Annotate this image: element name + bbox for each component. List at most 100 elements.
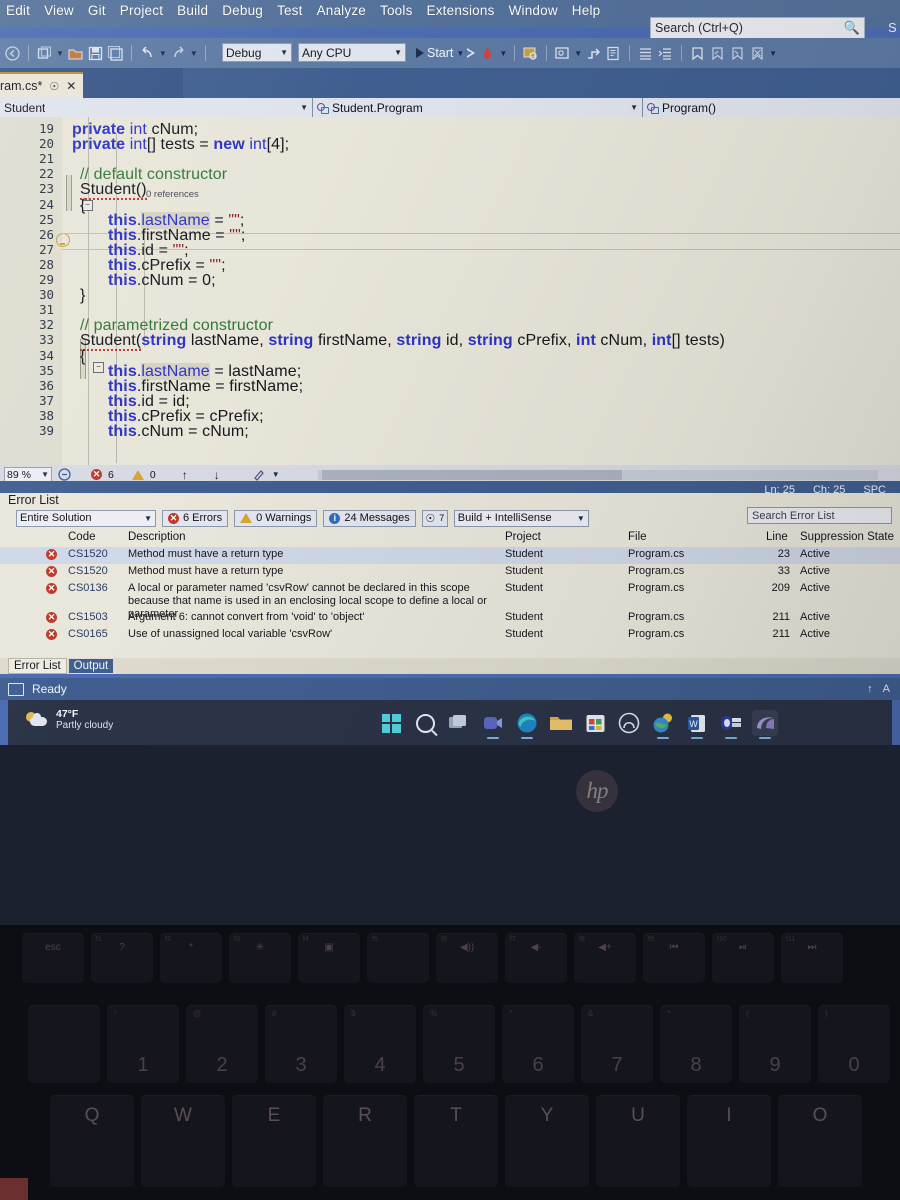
edge-icon[interactable] <box>514 710 540 739</box>
menu-item-build[interactable]: Build <box>177 3 208 18</box>
global-search-box[interactable]: Search (Ctrl+Q) 🔍 <box>650 17 865 39</box>
global-search-input[interactable]: Search (Ctrl+Q) <box>655 21 844 35</box>
code-line[interactable]: { <box>80 197 85 215</box>
keyboard-key[interactable]: f5 <box>367 933 429 983</box>
start-without-debugging-icon[interactable] <box>467 48 476 58</box>
keyboard-key[interactable]: ! 1 <box>107 1005 179 1083</box>
open-file-icon[interactable] <box>67 45 84 62</box>
menu-item-window[interactable]: Window <box>509 3 558 18</box>
publish-arrow-icon[interactable]: ↑ <box>867 683 873 695</box>
code-line[interactable]: private int[] tests = new int[4]; <box>72 136 289 154</box>
task-view-icon[interactable] <box>446 710 472 736</box>
undo-dropdown-icon[interactable]: ▼ <box>159 49 167 58</box>
column-header-code[interactable]: Code <box>68 531 96 543</box>
keyboard-key[interactable]: f6 ◀)) <box>436 933 498 983</box>
search-icon[interactable] <box>412 710 438 736</box>
document-tab-program-cs[interactable]: gram.cs* ☉ ✕ <box>0 72 84 98</box>
start-debug-button[interactable]: Start <box>427 46 453 60</box>
menu-item-extensions[interactable]: Extensions <box>427 3 495 18</box>
code-line[interactable]: Student() <box>80 181 147 201</box>
quick-fix-dropdown-icon[interactable]: ▼ <box>272 470 280 479</box>
new-project-icon[interactable] <box>36 45 53 62</box>
file-explorer-icon[interactable] <box>548 710 574 736</box>
previous-issue-icon[interactable]: ↑ <box>182 468 188 482</box>
code-line[interactable]: Student(string lastName, string firstNam… <box>80 332 725 352</box>
keyboard-key[interactable]: f1? <box>91 933 153 983</box>
window-layout-icon[interactable] <box>554 45 571 62</box>
keyboard-key[interactable]: f11 ⏭ <box>781 933 843 983</box>
keyboard-key[interactable]: ) 0 <box>818 1005 890 1083</box>
add-to-source-control-label[interactable]: A <box>883 683 890 695</box>
keyboard-key[interactable]: & 7 <box>581 1005 653 1083</box>
zoom-level-combo[interactable]: 89 % ▼ <box>4 467 52 482</box>
step-into-icon[interactable] <box>585 45 602 62</box>
outlook-icon[interactable] <box>718 710 744 739</box>
keyboard-key[interactable]: W <box>141 1095 225 1187</box>
keyboard-key[interactable]: f9 ⏮ <box>643 933 705 983</box>
navbar-project-combo[interactable]: Student ▼ <box>0 98 313 117</box>
code-editor[interactable]: − − 19 private int cNum; 20 private int[] t… <box>0 117 900 465</box>
keyboard-key[interactable]: ^ 6 <box>502 1005 574 1083</box>
hot-reload-icon[interactable] <box>479 45 496 62</box>
keyboard-key[interactable]: R <box>323 1095 407 1187</box>
pin-icon[interactable]: ☉ <box>49 80 59 93</box>
keyboard-key[interactable]: Y <box>505 1095 589 1187</box>
keyboard-key[interactable]: T <box>414 1095 498 1187</box>
editor-horizontal-scroll-thumb[interactable] <box>322 470 622 480</box>
keyboard-key[interactable]: Q <box>50 1095 134 1187</box>
undo-icon[interactable] <box>139 45 156 62</box>
menu-item-help[interactable]: Help <box>572 3 601 18</box>
keyboard-key[interactable]: f7 ◀- <box>505 933 567 983</box>
keyboard-key[interactable]: f4 ▣ <box>298 933 360 983</box>
indent-icon[interactable] <box>637 45 654 62</box>
collapse-region-icon[interactable]: − <box>93 362 104 373</box>
comment-block-icon[interactable] <box>605 45 622 62</box>
keyboard-key[interactable]: % 5 <box>423 1005 495 1083</box>
code-line[interactable]: { <box>80 348 85 366</box>
build-filter-combo[interactable]: Build + IntelliSense ▼ <box>453 509 589 527</box>
column-header-suppression[interactable]: Suppression State <box>800 531 894 543</box>
new-project-dropdown-icon[interactable]: ▼ <box>56 49 64 58</box>
errors-filter-button[interactable]: ✕ 6 Errors <box>162 509 229 527</box>
codelens-default-ctor[interactable]: 0 references <box>146 189 199 200</box>
keyboard-key[interactable]: f3 ✳ <box>229 933 291 983</box>
table-row[interactable]: ✕ CS1503 Argument 6: cannot convert from '… <box>0 610 900 627</box>
keyboard-key[interactable]: f10 ⏯ <box>712 933 774 983</box>
teams-icon[interactable] <box>480 710 506 739</box>
keyboard-key[interactable]: #3 <box>265 1005 337 1083</box>
keyboard-key[interactable]: esc <box>22 933 84 983</box>
previous-bookmark-icon[interactable] <box>709 45 726 62</box>
close-icon[interactable]: ✕ <box>66 79 76 93</box>
bookmark-icon[interactable] <box>689 45 706 62</box>
start-dropdown-icon[interactable]: ▼ <box>456 49 464 58</box>
column-header-file[interactable]: File <box>628 531 647 543</box>
keyboard-key[interactable]: I <box>687 1095 771 1187</box>
menu-item-analyze[interactable]: Analyze <box>317 3 366 18</box>
keyboard-key[interactable]: f8 ◀+ <box>574 933 636 983</box>
outdent-icon[interactable] <box>657 45 674 62</box>
table-row[interactable]: ✕ CS1520 Method must have a return type Stu… <box>0 564 900 581</box>
menu-item-test[interactable]: Test <box>277 3 303 18</box>
solution-platform-combo[interactable]: Any CPU ▼ <box>298 43 406 62</box>
toolbar-overflow-icon[interactable]: ▼ <box>769 49 777 58</box>
keyboard-key[interactable]: U <box>596 1095 680 1187</box>
nvidia-icon[interactable] <box>752 710 778 739</box>
save-icon[interactable] <box>87 45 104 62</box>
next-bookmark-icon[interactable] <box>729 45 746 62</box>
column-header-project[interactable]: Project <box>505 531 541 543</box>
issue-badge-icon[interactable] <box>58 468 71 481</box>
microsoft-store-icon[interactable] <box>582 710 608 736</box>
arc-browser-icon[interactable] <box>616 710 642 736</box>
hot-reload-dropdown-icon[interactable]: ▼ <box>499 49 507 58</box>
table-row[interactable]: ✕ CS0136 A local or parameter named 'csvRo… <box>0 581 900 620</box>
window-layout-dropdown-icon[interactable]: ▼ <box>574 49 582 58</box>
table-row[interactable]: ✕ CS0165 Use of unassigned local variable … <box>0 627 900 644</box>
start-debug-icon[interactable] <box>416 48 424 58</box>
navbar-member-combo[interactable]: Program() <box>643 98 900 117</box>
column-header-description[interactable]: Description <box>128 531 186 543</box>
menu-item-edit[interactable]: Edit <box>6 3 30 18</box>
column-header-line[interactable]: Line <box>766 531 788 543</box>
error-list-search-input[interactable]: Search Error List <box>747 507 892 524</box>
keyboard-key[interactable]: @2 <box>186 1005 258 1083</box>
menu-item-debug[interactable]: Debug <box>222 3 263 18</box>
